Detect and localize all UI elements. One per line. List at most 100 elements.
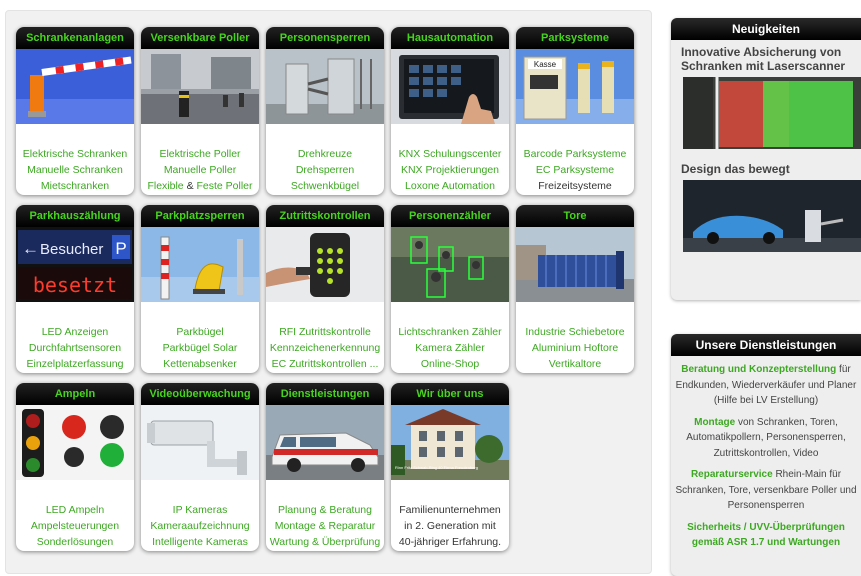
card-link[interactable]: IP Kameras — [141, 502, 259, 518]
people-counter-image[interactable] — [391, 227, 509, 302]
card-link[interactable]: Elektrische Poller — [141, 146, 259, 162]
parking-p-label: P — [115, 239, 126, 258]
card-link[interactable]: Lichtschranken Zähler — [391, 324, 509, 340]
turnstile-image[interactable] — [266, 49, 384, 124]
card-schrankenanlagen[interactable]: Schrankenanlagen Elektrische Schranken M… — [16, 27, 134, 195]
card-title[interactable]: Versenkbare Poller — [141, 27, 259, 49]
service-title[interactable]: Beratung und Konzepterstellung — [681, 364, 836, 375]
card-tore[interactable]: Tore Industrie Schiebetore Aluminium Hof… — [516, 205, 634, 373]
card-title[interactable]: Dienstleistungen — [266, 383, 384, 405]
separator: & — [183, 180, 197, 192]
parking-barrier-image[interactable] — [141, 227, 259, 302]
card-link[interactable]: Elektrische Schranken — [16, 146, 134, 162]
service-title[interactable]: Sicherheits / UVV-Überprüfungen gemäß AS… — [687, 522, 845, 549]
card-parkhauszaehlung[interactable]: Parkhauszählung ← Besucher P besetzt LED… — [16, 205, 134, 373]
card-link[interactable]: Drehkreuze — [266, 146, 384, 162]
card-title[interactable]: Personensperren — [266, 27, 384, 49]
card-link[interactable]: Manuelle Schranken — [16, 162, 134, 178]
design-image[interactable] — [683, 180, 861, 252]
card-link[interactable]: LED Ampeln — [16, 502, 134, 518]
card-link[interactable]: Online-Shop — [391, 356, 509, 372]
laserscanner-image[interactable] — [683, 77, 861, 149]
service-title[interactable]: Reparaturservice — [691, 469, 773, 480]
card-personenzaehler[interactable]: Personenzähler Lichtschranken Zähler Kam… — [391, 205, 509, 373]
card-wir-ueber-uns[interactable]: Wir über uns Rinn Fritz Schwab-Ring 40 F… — [391, 383, 509, 551]
camera-image[interactable] — [141, 405, 259, 480]
card-link[interactable]: Ampelsteuerungen — [16, 518, 134, 534]
card-links: Familienunternehmen in 2. Generation mit… — [391, 502, 509, 550]
card-title[interactable]: Parksysteme — [516, 27, 634, 49]
card-parksysteme[interactable]: Parksysteme Kasse Barcode Parksysteme EC… — [516, 27, 634, 195]
card-ampeln[interactable]: Ampeln LED Ampeln Ampelsteuerungen Sonde… — [16, 383, 134, 551]
card-title[interactable]: Videoüberwachung — [141, 383, 259, 405]
card-title[interactable]: Parkhauszählung — [16, 205, 134, 227]
card-link[interactable]: Loxone Automation — [391, 178, 509, 194]
card-link[interactable]: Kameraaufzeichnung — [141, 518, 259, 534]
card-link[interactable]: Intelligente Kameras — [141, 534, 259, 550]
card-link[interactable]: Mietschranken — [16, 178, 134, 194]
card-link[interactable]: EC Parksysteme — [516, 162, 634, 178]
card-links: RFI Zutrittskontrolle Kennzeichenerkennu… — [266, 324, 384, 372]
company-building-image[interactable]: Rinn Fritz Schwab-Ring 40 Firma Freudenb… — [391, 405, 509, 480]
news-panel: Neuigkeiten Innovative Absicherung von S… — [671, 18, 861, 300]
card-dienstleistungen[interactable]: Dienstleistungen Planung & Beratung Mont… — [266, 383, 384, 551]
card-links: Barcode Parksysteme EC Parksysteme Freiz… — [516, 146, 634, 194]
card-link[interactable]: Freizeitsysteme — [516, 178, 634, 194]
card-title[interactable]: Parkplatzsperren — [141, 205, 259, 227]
card-title[interactable]: Wir über uns — [391, 383, 509, 405]
card-title[interactable]: Schrankenanlagen — [16, 27, 134, 49]
card-link[interactable]: Flexible — [147, 180, 183, 192]
kasse-label: Kasse — [534, 60, 557, 69]
card-link[interactable]: Kennzeichenerkennung — [266, 340, 384, 356]
card-link[interactable]: Vertikaltore — [516, 356, 634, 372]
gate-image[interactable] — [516, 227, 634, 302]
card-link[interactable]: EC Zutrittskontrollen ... — [266, 356, 384, 372]
card-parkplatzsperren[interactable]: Parkplatzsperren Parkbügel Parkbügel Sol… — [141, 205, 259, 373]
bollard-image[interactable] — [141, 49, 259, 124]
service-title[interactable]: Montage — [694, 417, 735, 428]
card-title[interactable]: Tore — [516, 205, 634, 227]
card-link[interactable]: Planung & Beratung — [266, 502, 384, 518]
card-link[interactable]: Drehsperren — [266, 162, 384, 178]
card-link[interactable]: Barcode Parksysteme — [516, 146, 634, 162]
card-link[interactable]: Kamera Zähler — [391, 340, 509, 356]
card-link[interactable]: Aluminium Hoftore — [516, 340, 634, 356]
card-link[interactable]: Schwenkbügel — [266, 178, 384, 194]
card-videoueberwachung[interactable]: Videoüberwachung IP Kameras Kameraaufzei… — [141, 383, 259, 551]
card-link[interactable]: KNX Schulungscenter — [391, 146, 509, 162]
card-link[interactable]: LED Anzeigen — [16, 324, 134, 340]
keypad-image[interactable] — [266, 227, 384, 302]
card-link[interactable]: Kettenabsenker — [141, 356, 259, 372]
card-link[interactable]: Industrie Schiebetore — [516, 324, 634, 340]
product-grid: Schrankenanlagen Elektrische Schranken M… — [5, 10, 652, 574]
led-sign-image[interactable]: ← Besucher P besetzt — [16, 227, 134, 302]
card-link[interactable]: Montage & Reparatur — [266, 518, 384, 534]
card-link[interactable]: Durchfahrtsensoren — [16, 340, 134, 356]
card-link[interactable]: Einzelplatzerfassung — [16, 356, 134, 372]
touch-panel-image[interactable] — [391, 49, 509, 124]
barrier-image[interactable] — [16, 49, 134, 124]
card-title[interactable]: Personenzähler — [391, 205, 509, 227]
news-item-title[interactable]: Design das bewegt — [671, 159, 861, 176]
card-link[interactable]: Sonderlösungen — [16, 534, 134, 550]
card-title[interactable]: Zutrittskontrollen — [266, 205, 384, 227]
card-link[interactable]: Feste Poller — [197, 180, 253, 192]
card-versenkbare-poller[interactable]: Versenkbare Poller Elektrische Poller Ma… — [141, 27, 259, 195]
parking-terminal-image[interactable]: Kasse — [516, 49, 634, 124]
card-title[interactable]: Hausautomation — [391, 27, 509, 49]
card-link[interactable]: Manuelle Poller — [141, 162, 259, 178]
card-hausautomation[interactable]: Hausautomation KNX Schulungscenter KNX P… — [391, 27, 509, 195]
card-zutrittskontrollen[interactable]: Zutrittskontrollen RFI Zutrittskontrolle… — [266, 205, 384, 373]
news-item-title[interactable]: Innovative Absicherung von Schranken mit… — [671, 42, 861, 73]
card-link[interactable]: RFI Zutrittskontrolle — [266, 324, 384, 340]
card-link[interactable]: Parkbügel — [141, 324, 259, 340]
card-link[interactable]: KNX Projektierungen — [391, 162, 509, 178]
card-title[interactable]: Ampeln — [16, 383, 134, 405]
service-van-image[interactable] — [266, 405, 384, 480]
traffic-light-image[interactable] — [16, 405, 134, 480]
card-text: in 2. Generation mit — [404, 520, 496, 532]
card-personensperren[interactable]: Personensperren Drehkreuze Drehsperren S… — [266, 27, 384, 195]
card-text: Familienunternehmen — [399, 504, 501, 516]
card-link[interactable]: Wartung & Überprüfung — [266, 534, 384, 550]
card-link[interactable]: Parkbügel Solar — [141, 340, 259, 356]
